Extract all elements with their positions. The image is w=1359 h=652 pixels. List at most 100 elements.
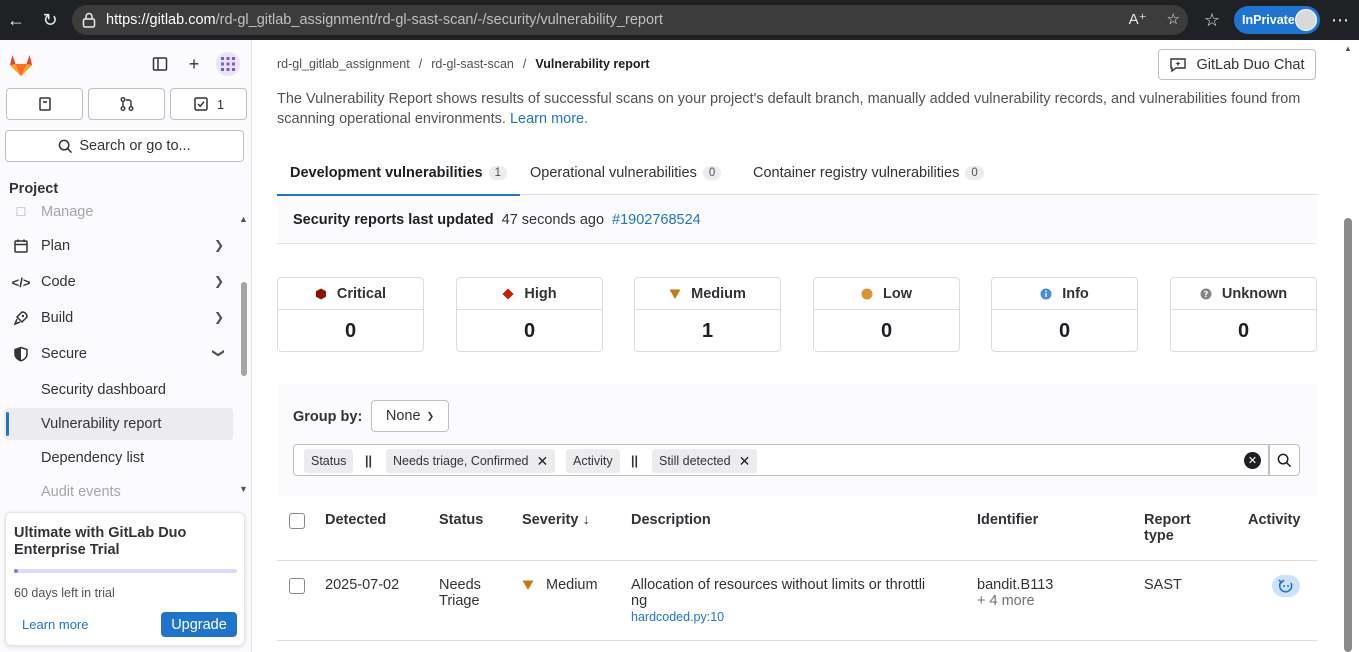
nav-item-secure[interactable]: Secure ❯ [0, 337, 240, 371]
breadcrumb-project[interactable]: rd-gl-sast-scan [431, 57, 514, 71]
todo-count: 1 [216, 96, 225, 112]
inprivate-badge[interactable]: InPrivate [1234, 6, 1320, 34]
row-description[interactable]: Allocation of resources without limits o… [631, 577, 951, 625]
column-report-type-line1: Report [1144, 512, 1191, 528]
group-by-dropdown[interactable]: None ❯ [371, 400, 449, 432]
vulnerability-table-header: Detected Status Severity ↓ Description I… [277, 500, 1317, 561]
breadcrumb: rd-gl_gitlab_assignment / rd-gl-sast-sca… [277, 57, 650, 71]
column-report-type: Report type [1144, 512, 1191, 544]
sidebar-item-dependency-list[interactable]: Dependency list [4, 442, 233, 474]
token-text: || [365, 454, 372, 468]
favorite-star-icon[interactable]: ☆ [1167, 10, 1180, 28]
sidebar-scrollbar-thumb[interactable] [241, 282, 247, 376]
tab-operational-vulnerabilities[interactable]: Operational vulnerabilities 0 [530, 150, 722, 195]
filter-token-activity-value[interactable]: Still detected ✕ [652, 449, 758, 473]
severity-card-medium: Medium 1 [634, 277, 781, 352]
table-row[interactable]: 2025-07-02 Needs Triage Medium Allocatio… [277, 561, 1317, 641]
merge-request-icon [120, 97, 133, 111]
token-text: Needs triage, Confirmed [393, 454, 529, 468]
column-detected[interactable]: Detected [325, 512, 386, 528]
remove-token-icon[interactable]: ✕ [536, 453, 548, 470]
address-bar[interactable]: https://gitlab.com/rd-gl_gitlab_assignme… [72, 5, 1188, 35]
remove-token-icon[interactable]: ✕ [739, 453, 751, 470]
breadcrumb-group[interactable]: rd-gl_gitlab_assignment [277, 57, 410, 71]
tab-development-vulnerabilities[interactable]: Development vulnerabilities 1 [277, 150, 520, 196]
pipeline-link[interactable]: #1902768524 [612, 212, 701, 228]
sidebar-scrollbar[interactable]: ▲ ▼ [238, 212, 250, 496]
issues-button[interactable] [6, 88, 83, 120]
row-status: Needs Triage [439, 577, 481, 609]
project-section-title: Project [9, 181, 59, 197]
tab-container-registry-vulnerabilities[interactable]: Container registry vulnerabilities 0 [753, 150, 984, 195]
filter-token-status-value[interactable]: Needs triage, Confirmed ✕ [386, 449, 556, 473]
back-icon[interactable]: ← [4, 8, 28, 32]
todos-button[interactable]: 1 [170, 88, 247, 120]
sidebar-toggle-icon[interactable] [150, 54, 170, 74]
read-aloud-icon[interactable]: A⁺ [1129, 10, 1147, 28]
search-icon [1277, 453, 1292, 467]
sidebar: + 1 Search or go to... Project □ Manage … [0, 40, 252, 652]
filter-token-activity-key[interactable]: Activity [566, 449, 620, 473]
reload-icon[interactable]: ↻ [38, 8, 62, 32]
severity-card-low: Low 0 [813, 277, 960, 352]
severity-count: 1 [701, 319, 714, 342]
create-new-icon[interactable]: + [184, 54, 204, 74]
medium-severity-icon [522, 580, 534, 590]
nav-item-plan[interactable]: Plan ❯ [0, 229, 240, 263]
row-description-line2[interactable]: ng [631, 593, 647, 609]
trial-progress-fill [14, 569, 19, 573]
search-submit-button[interactable] [1269, 444, 1300, 476]
filter-token-operator[interactable]: || [628, 449, 641, 473]
more-icon[interactable]: ⋯ [1328, 8, 1352, 32]
nav-item-code[interactable]: </> Code ❯ [0, 265, 240, 299]
clear-filters-icon[interactable]: ✕ [1244, 452, 1261, 469]
row-status-line1: Needs [439, 577, 481, 593]
page-scrollbar-thumb[interactable] [1344, 218, 1352, 652]
svg-text:?: ? [1204, 290, 1209, 299]
column-severity[interactable]: Severity ↓ [522, 512, 590, 528]
filtered-search-input[interactable]: Status || Needs triage, Confirmed ✕ Acti… [293, 444, 1269, 476]
upgrade-button[interactable]: Upgrade [161, 612, 237, 637]
scroll-down-icon[interactable]: ▼ [239, 484, 248, 494]
row-checkbox[interactable] [289, 578, 305, 594]
filter-token-operator[interactable]: || [362, 449, 375, 473]
scroll-up-icon[interactable]: ▲ [1344, 44, 1352, 53]
row-description-line1[interactable]: Allocation of resources without limits o… [631, 577, 925, 593]
page-scrollbar[interactable]: ▲ [1340, 40, 1359, 652]
chevron-right-icon: ❯ [213, 238, 224, 252]
sidebar-item-vulnerability-report[interactable]: Vulnerability report [4, 408, 233, 440]
user-avatar[interactable] [216, 52, 240, 76]
rocket-icon [12, 310, 30, 326]
severity-count: 0 [523, 319, 536, 342]
token-text: Still detected [659, 454, 731, 468]
column-report-type-line2: type [1144, 528, 1174, 544]
filter-token-status-key[interactable]: Status [304, 449, 354, 473]
severity-label: Info [1062, 285, 1089, 302]
nav-item-manage[interactable]: □ Manage [0, 203, 240, 229]
breadcrumb-current[interactable]: Vulnerability report [535, 57, 649, 71]
trial-learn-more-link[interactable]: Learn more [22, 617, 88, 632]
intro-learn-more-link[interactable]: Learn more. [510, 111, 588, 127]
row-severity-label: Medium [546, 577, 598, 593]
nav-item-build[interactable]: Build ❯ [0, 301, 240, 335]
row-file-link[interactable]: hardcoded.py:10 [631, 610, 724, 624]
row-report-type: SAST [1144, 577, 1182, 593]
select-all-checkbox[interactable] [289, 513, 305, 529]
unknown-severity-icon: ? [1200, 288, 1212, 299]
severity-count: 0 [344, 319, 357, 342]
favorites-icon[interactable]: ☆ [1200, 8, 1224, 32]
search-or-go-to-button[interactable]: Search or go to... [5, 130, 244, 162]
severity-label: Critical [336, 285, 387, 302]
trial-widget: Ultimate with GitLab Duo Enterprise Tria… [5, 512, 245, 646]
severity-card-info: Info 0 [991, 277, 1138, 352]
nav-item-manage-label: Manage [41, 204, 94, 220]
sidebar-item-security-dashboard[interactable]: Security dashboard [4, 374, 233, 406]
trial-days-left: 60 days left in trial [14, 586, 115, 600]
sidebar-item-audit-events[interactable]: Audit events [4, 476, 233, 499]
chevron-right-icon: ❯ [213, 274, 224, 288]
gitlab-logo-icon[interactable] [8, 52, 34, 78]
token-text: Activity [573, 454, 613, 468]
gitlab-duo-chat-button[interactable]: GitLab Duo Chat [1158, 49, 1316, 80]
scroll-up-icon[interactable]: ▲ [239, 214, 248, 224]
merge-requests-button[interactable] [88, 88, 165, 120]
